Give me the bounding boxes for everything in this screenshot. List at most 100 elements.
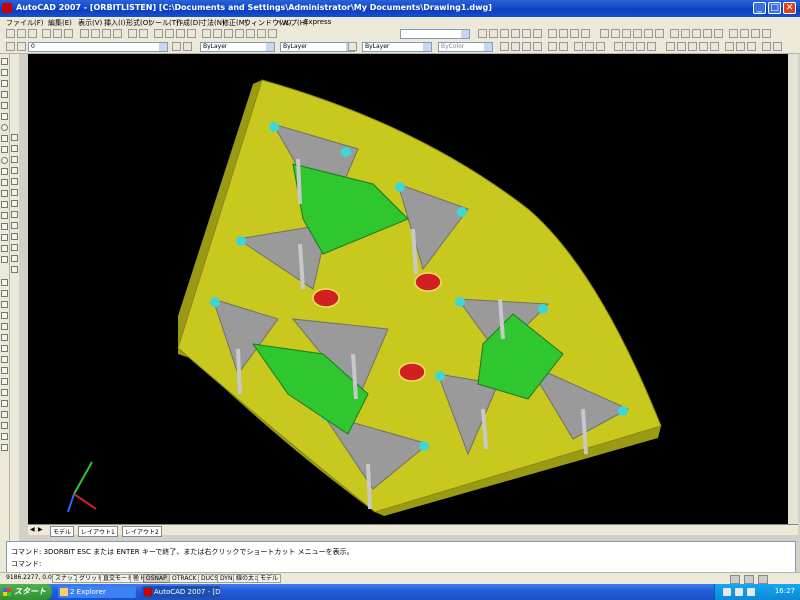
network-icon[interactable] <box>723 588 731 596</box>
se-iso-icon[interactable] <box>559 29 568 38</box>
ucs-icon[interactable] <box>500 42 509 51</box>
visual-style-wireframe-icon[interactable] <box>614 42 623 51</box>
wedge-icon[interactable] <box>644 29 653 38</box>
design-center-icon[interactable] <box>213 29 222 38</box>
join-icon[interactable] <box>1 411 8 418</box>
array-icon[interactable] <box>710 42 719 51</box>
osnap-toggle[interactable]: OSNAP <box>143 574 170 583</box>
taskbar-item-explorer[interactable]: 2 Explorer <box>58 586 136 598</box>
start-button[interactable]: スタート <box>0 584 52 600</box>
plotstyle-combo[interactable]: ByColor <box>438 42 493 52</box>
scale-object-icon[interactable] <box>1 356 8 363</box>
view-bottom-icon[interactable] <box>489 29 498 38</box>
render-icon[interactable] <box>762 29 771 38</box>
visual-style-conceptual-icon[interactable] <box>647 42 656 51</box>
nw-iso-icon[interactable] <box>581 29 590 38</box>
delete-face-icon[interactable] <box>11 178 18 185</box>
menu-edit[interactable]: 編集(E) <box>48 18 72 28</box>
copy-object-icon[interactable] <box>1 290 8 297</box>
explode-icon[interactable] <box>1 444 8 451</box>
paste-icon[interactable] <box>102 29 111 38</box>
rotate-icon[interactable] <box>677 42 686 51</box>
rotate-object-icon[interactable] <box>1 345 8 352</box>
color-face-icon[interactable] <box>11 211 18 218</box>
spline-icon[interactable] <box>1 146 8 153</box>
properties-icon[interactable] <box>202 29 211 38</box>
extrude-icon[interactable] <box>670 29 679 38</box>
ellipse-arc-icon[interactable] <box>1 168 8 175</box>
slice-icon[interactable] <box>725 42 734 51</box>
save-icon[interactable] <box>28 29 37 38</box>
visual-style-hidden-icon[interactable] <box>625 42 634 51</box>
layer-freeze-icon[interactable] <box>762 42 771 51</box>
layer-lock-icon[interactable] <box>773 42 782 51</box>
union-icon[interactable] <box>692 29 701 38</box>
tab-layout2[interactable]: レイアウト2 <box>122 526 162 537</box>
ucs-x-icon[interactable] <box>574 42 583 51</box>
menu-tools[interactable]: ツール(T) <box>148 18 179 28</box>
visual-style-realistic-icon[interactable] <box>636 42 645 51</box>
circle-icon[interactable] <box>1 124 8 131</box>
imprint-icon[interactable] <box>11 233 18 240</box>
offset-icon[interactable] <box>1 312 8 319</box>
ucs-face-icon[interactable] <box>522 42 531 51</box>
ime-icon[interactable] <box>735 588 743 596</box>
chevron-down-icon[interactable] <box>159 43 167 51</box>
shell-icon[interactable] <box>11 222 18 229</box>
extrude-face-icon[interactable] <box>11 145 18 152</box>
move-icon[interactable] <box>666 42 675 51</box>
ucs-object-icon[interactable] <box>533 42 542 51</box>
subtract-icon[interactable] <box>703 29 712 38</box>
tab-scroll-right-icon[interactable]: ▶ <box>38 526 43 533</box>
drawing-viewport[interactable] <box>28 54 798 524</box>
scale-icon[interactable] <box>688 42 697 51</box>
otrack-toggle[interactable]: OTRACK <box>169 574 200 583</box>
view-top-icon[interactable] <box>478 29 487 38</box>
chevron-down-icon[interactable] <box>484 43 492 51</box>
solid-edit-icon[interactable] <box>11 134 18 141</box>
line-icon[interactable] <box>1 58 8 65</box>
match-properties-icon[interactable] <box>113 29 122 38</box>
help-icon[interactable] <box>268 29 277 38</box>
markup-icon[interactable] <box>246 29 255 38</box>
tab-scroll-left-icon[interactable]: ◀ <box>30 526 35 533</box>
ucs-z-icon[interactable] <box>596 42 605 51</box>
publish-icon[interactable] <box>64 29 73 38</box>
stretch-icon[interactable] <box>1 367 8 374</box>
make-current-layer-icon[interactable] <box>172 42 181 51</box>
menu-insert[interactable]: 挿入(I) <box>104 18 126 28</box>
gradient-icon[interactable] <box>1 223 8 230</box>
undo-icon[interactable] <box>128 29 137 38</box>
tab-layout1[interactable]: レイアウト1 <box>78 526 118 537</box>
sw-iso-icon[interactable] <box>548 29 557 38</box>
menu-dimension[interactable]: 寸法(N) <box>200 18 225 28</box>
ucs-world-icon[interactable] <box>511 42 520 51</box>
table-icon[interactable] <box>1 245 8 252</box>
rotate-face-icon[interactable] <box>11 189 18 196</box>
menu-view[interactable]: 表示(V) <box>78 18 102 28</box>
mirror-icon[interactable] <box>699 42 708 51</box>
orbit-icon[interactable] <box>729 29 738 38</box>
mtext-icon[interactable] <box>1 256 8 263</box>
tab-model[interactable]: モデル <box>50 526 75 537</box>
redo-icon[interactable] <box>139 29 148 38</box>
taskbar-item-autocad[interactable]: AutoCAD 2007 - [Dr... <box>142 586 220 598</box>
sphere-icon[interactable] <box>611 29 620 38</box>
view-front-icon[interactable] <box>522 29 531 38</box>
copy-icon[interactable] <box>91 29 100 38</box>
trim-icon[interactable] <box>1 378 8 385</box>
new-icon[interactable] <box>6 29 15 38</box>
volume-icon[interactable] <box>747 588 755 596</box>
chamfer-icon[interactable] <box>1 422 8 429</box>
separate-icon[interactable] <box>11 255 18 262</box>
plot-icon[interactable] <box>42 29 51 38</box>
zoom-window-icon[interactable] <box>176 29 185 38</box>
array-object-icon[interactable] <box>1 323 8 330</box>
workspace-combo[interactable] <box>400 29 470 39</box>
arc-icon[interactable] <box>1 113 8 120</box>
maximize-button[interactable]: □ <box>768 2 781 14</box>
cylinder-icon[interactable] <box>622 29 631 38</box>
revcloud-icon[interactable] <box>1 135 8 142</box>
region-icon[interactable] <box>1 234 8 241</box>
menu-express[interactable]: Express <box>304 18 331 26</box>
